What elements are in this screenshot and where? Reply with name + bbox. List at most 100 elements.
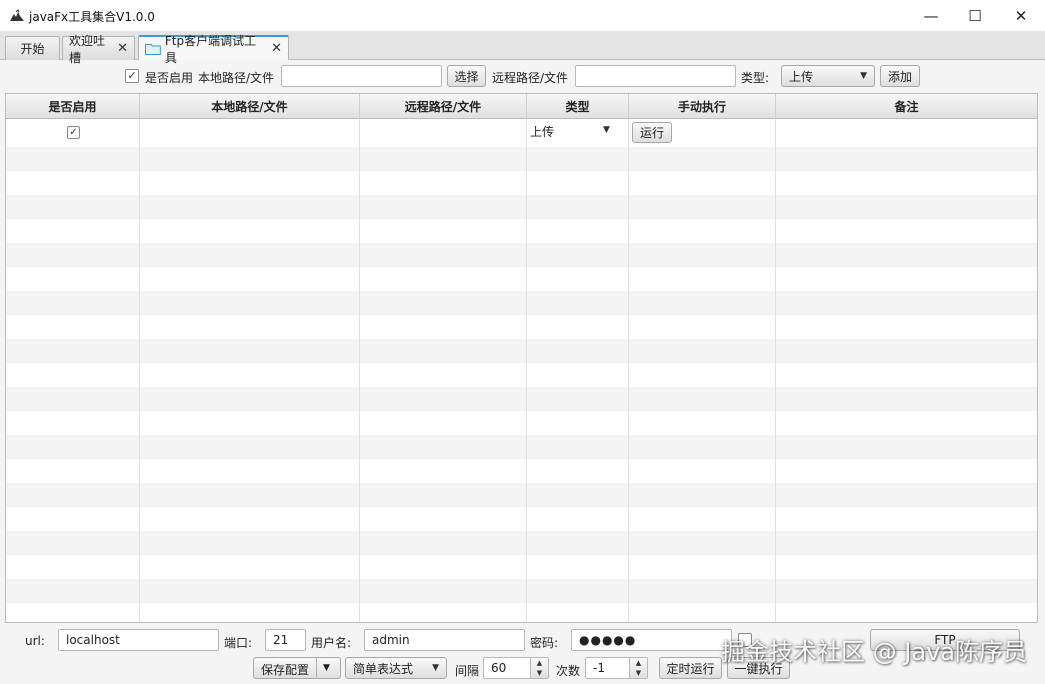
url-input[interactable]: localhost xyxy=(58,629,219,651)
table-cell[interactable] xyxy=(629,339,776,363)
table-cell[interactable] xyxy=(776,459,1037,483)
table-cell[interactable] xyxy=(140,435,360,459)
column-header-enabled[interactable]: 是否启用 xyxy=(6,94,140,119)
column-header-note[interactable]: 备注 xyxy=(776,94,1037,119)
table-row[interactable] xyxy=(6,171,1037,195)
table-cell[interactable] xyxy=(776,171,1037,195)
table-cell[interactable] xyxy=(776,603,1037,622)
column-header-remote-path[interactable]: 远程路径/文件 xyxy=(360,94,527,119)
table-cell[interactable] xyxy=(629,411,776,435)
interval-value[interactable]: 60 xyxy=(484,658,530,678)
run-button[interactable]: 运行 xyxy=(632,122,672,143)
table-cell[interactable] xyxy=(629,387,776,411)
table-cell[interactable] xyxy=(527,267,629,291)
table-cell[interactable] xyxy=(140,387,360,411)
table-cell[interactable] xyxy=(360,579,527,603)
table-cell[interactable] xyxy=(6,219,140,243)
table-row[interactable] xyxy=(6,483,1037,507)
table-cell[interactable] xyxy=(527,315,629,339)
table-cell[interactable] xyxy=(6,603,140,622)
table-cell[interactable] xyxy=(629,555,776,579)
save-config-button[interactable]: 保存配置 ▼ xyxy=(253,657,341,679)
table-cell[interactable] xyxy=(776,579,1037,603)
password-input[interactable]: ●●●●● xyxy=(571,629,732,651)
table-cell[interactable] xyxy=(140,291,360,315)
cell-remote-path[interactable] xyxy=(360,119,527,147)
table-cell[interactable] xyxy=(527,435,629,459)
expression-select[interactable]: 简单表达式 ▼ xyxy=(345,657,447,679)
table-cell[interactable] xyxy=(629,291,776,315)
maximize-button[interactable]: ☐ xyxy=(952,0,998,32)
table-cell[interactable] xyxy=(776,339,1037,363)
table-row[interactable] xyxy=(6,339,1037,363)
table-cell[interactable] xyxy=(140,243,360,267)
spin-down-icon[interactable]: ▼ xyxy=(630,668,647,678)
table-cell[interactable] xyxy=(6,339,140,363)
table-row[interactable] xyxy=(6,507,1037,531)
column-header-type[interactable]: 类型 xyxy=(527,94,629,119)
table-cell[interactable] xyxy=(360,603,527,622)
local-path-input[interactable] xyxy=(281,65,442,87)
table-cell[interactable] xyxy=(629,459,776,483)
table-cell[interactable] xyxy=(360,171,527,195)
select-button[interactable]: 选择 xyxy=(447,65,486,87)
table-row[interactable] xyxy=(6,363,1037,387)
spin-up-icon[interactable]: ▲ xyxy=(630,658,647,668)
table-cell[interactable] xyxy=(360,555,527,579)
interval-spinner[interactable]: 60 ▲ ▼ xyxy=(483,657,549,679)
table-row[interactable] xyxy=(6,555,1037,579)
table-cell[interactable] xyxy=(140,219,360,243)
table-row[interactable] xyxy=(6,147,1037,171)
table-cell[interactable] xyxy=(360,435,527,459)
table-cell[interactable] xyxy=(776,555,1037,579)
table-cell[interactable] xyxy=(776,411,1037,435)
table-row[interactable] xyxy=(6,435,1037,459)
table-cell[interactable] xyxy=(629,219,776,243)
table-cell[interactable] xyxy=(6,315,140,339)
table-cell[interactable] xyxy=(6,507,140,531)
table-cell[interactable] xyxy=(527,531,629,555)
table-cell[interactable] xyxy=(776,507,1037,531)
table-cell[interactable] xyxy=(360,243,527,267)
table-cell[interactable] xyxy=(6,195,140,219)
table-cell[interactable] xyxy=(527,411,629,435)
table-cell[interactable] xyxy=(776,195,1037,219)
table-cell[interactable] xyxy=(360,339,527,363)
table-row[interactable] xyxy=(6,531,1037,555)
remote-path-input[interactable] xyxy=(575,65,736,87)
table-cell[interactable] xyxy=(360,147,527,171)
table-cell[interactable] xyxy=(629,195,776,219)
table-cell[interactable] xyxy=(6,555,140,579)
table-cell[interactable] xyxy=(360,267,527,291)
cell-note[interactable] xyxy=(776,119,1037,147)
column-header-manual-run[interactable]: 手动执行 xyxy=(629,94,776,119)
row-enabled-checkbox[interactable]: ✓ xyxy=(67,126,80,139)
table-row[interactable] xyxy=(6,387,1037,411)
table-cell[interactable] xyxy=(360,291,527,315)
table-row[interactable] xyxy=(6,219,1037,243)
table-cell[interactable] xyxy=(629,363,776,387)
table-cell[interactable] xyxy=(776,387,1037,411)
table-cell[interactable] xyxy=(360,531,527,555)
table-cell[interactable] xyxy=(360,411,527,435)
table-cell[interactable] xyxy=(776,243,1037,267)
table-cell[interactable] xyxy=(527,219,629,243)
port-input[interactable]: 21 xyxy=(265,629,306,651)
table-cell[interactable] xyxy=(629,147,776,171)
table-cell[interactable] xyxy=(629,507,776,531)
table-cell[interactable] xyxy=(776,363,1037,387)
table-cell[interactable] xyxy=(6,243,140,267)
table-row[interactable] xyxy=(6,195,1037,219)
table-cell[interactable] xyxy=(527,243,629,267)
count-spinner[interactable]: -1 ▲ ▼ xyxy=(585,657,648,679)
table-cell[interactable] xyxy=(527,339,629,363)
table-row[interactable] xyxy=(6,411,1037,435)
table-cell[interactable] xyxy=(629,531,776,555)
count-value[interactable]: -1 xyxy=(586,658,629,678)
table-cell[interactable] xyxy=(360,387,527,411)
table-cell[interactable] xyxy=(776,267,1037,291)
table-cell[interactable] xyxy=(629,483,776,507)
table-row[interactable] xyxy=(6,267,1037,291)
table-cell[interactable] xyxy=(629,315,776,339)
table-cell[interactable] xyxy=(527,291,629,315)
